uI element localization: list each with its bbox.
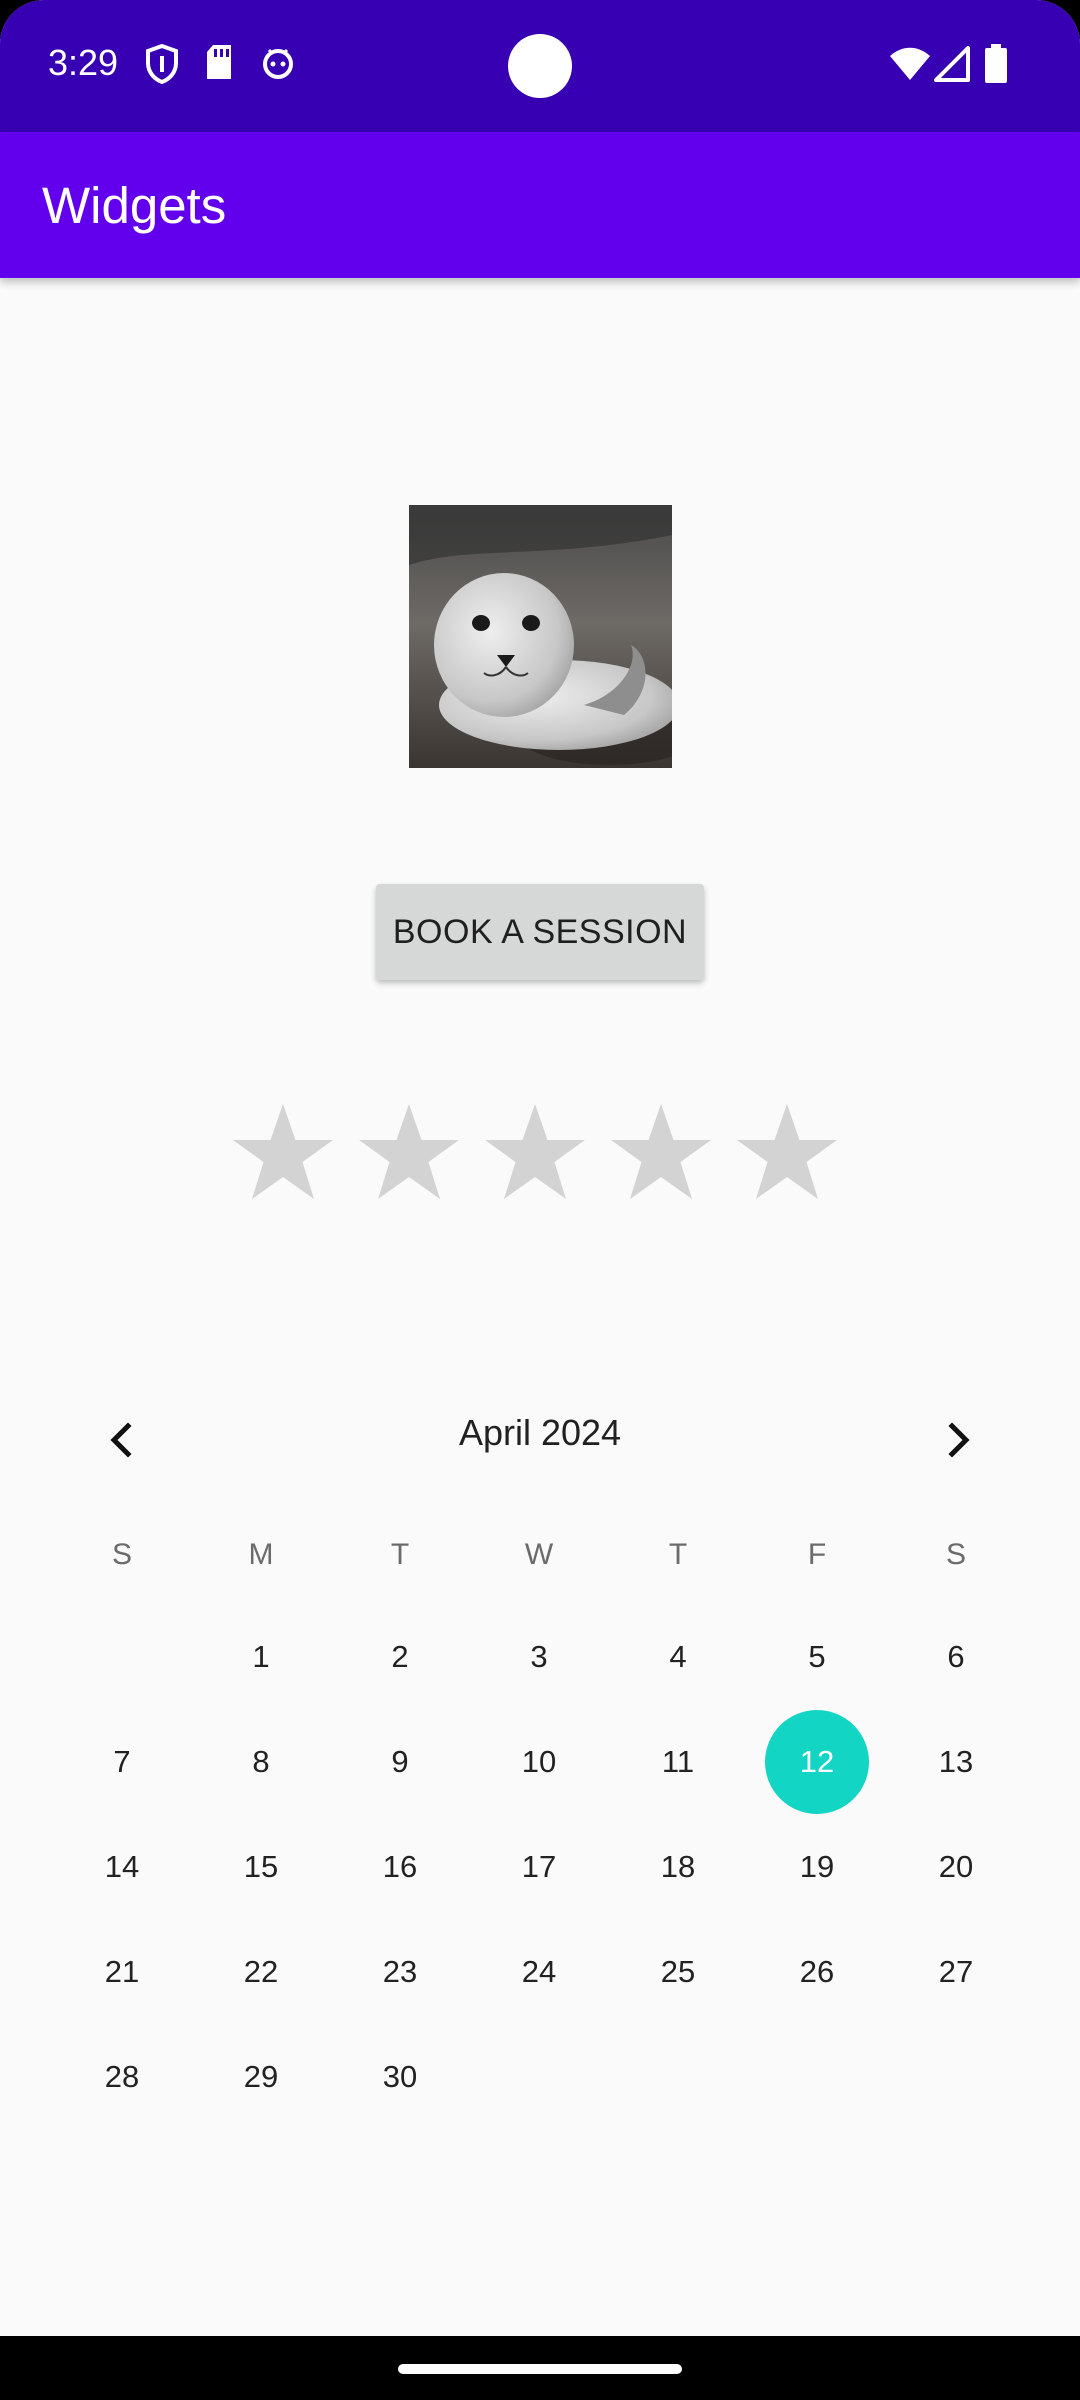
- calendar-day[interactable]: 1: [209, 1605, 313, 1709]
- calendar-day[interactable]: 8: [209, 1710, 313, 1814]
- calendar-day[interactable]: 20: [904, 1815, 1008, 1919]
- star-5-icon[interactable]: [732, 1100, 842, 1210]
- book-session-button[interactable]: BOOK A SESSION: [376, 884, 704, 980]
- calendar-day[interactable]: 22: [209, 1920, 313, 2024]
- star-3-icon[interactable]: [480, 1100, 590, 1210]
- camera-cutout: [508, 34, 572, 98]
- calendar-day[interactable]: 23: [348, 1920, 452, 2024]
- chevron-right-icon: [948, 1422, 970, 1458]
- star-1-icon[interactable]: [228, 1100, 338, 1210]
- weekday-label: T: [390, 1538, 410, 1571]
- app-screen: 3:29 Widgets BOOK A SESSION April 2024 S…: [0, 0, 1080, 2400]
- calendar-day[interactable]: 17: [487, 1815, 591, 1919]
- previous-month-button[interactable]: [82, 1400, 162, 1480]
- wifi-icon: [888, 46, 932, 87]
- calendar-day[interactable]: 4: [626, 1605, 730, 1709]
- app-title: Widgets: [42, 177, 227, 234]
- calendar-day[interactable]: 29: [209, 2025, 313, 2129]
- status-bar: 3:29: [0, 0, 1080, 132]
- seal-photo: [409, 505, 672, 768]
- calendar-day[interactable]: 26: [765, 1920, 869, 2024]
- calendar-day[interactable]: 11: [626, 1710, 730, 1814]
- weekday-label: S: [945, 1538, 966, 1571]
- calendar-day[interactable]: 30: [348, 2025, 452, 2129]
- weekday-label: M: [248, 1538, 274, 1571]
- home-gesture-handle[interactable]: [398, 2364, 682, 2374]
- star-rating[interactable]: [228, 1100, 852, 1210]
- calendar-day[interactable]: 28: [70, 2025, 174, 2129]
- calendar-day[interactable]: 3: [487, 1605, 591, 1709]
- star-4-icon[interactable]: [606, 1100, 716, 1210]
- calendar-day[interactable]: 25: [626, 1920, 730, 2024]
- calendar-day[interactable]: 21: [70, 1920, 174, 2024]
- calendar-day[interactable]: 7: [70, 1710, 174, 1814]
- next-month-button[interactable]: [918, 1400, 998, 1480]
- calendar-day[interactable]: 6: [904, 1605, 1008, 1709]
- android-debug-icon: [260, 44, 296, 85]
- calendar-day[interactable]: 24: [487, 1920, 591, 2024]
- weekday-label: F: [807, 1538, 827, 1571]
- battery-icon: [984, 44, 1008, 89]
- calendar-day[interactable]: 2: [348, 1605, 452, 1709]
- calendar-day[interactable]: 16: [348, 1815, 452, 1919]
- chevron-left-icon: [110, 1422, 132, 1458]
- star-2-icon[interactable]: [354, 1100, 464, 1210]
- calendar-day[interactable]: 10: [487, 1710, 591, 1814]
- calendar-day[interactable]: 5: [765, 1605, 869, 1709]
- selected-day[interactable]: 12: [765, 1710, 869, 1814]
- sd-card-icon: [204, 44, 234, 87]
- weekday-label: T: [668, 1538, 688, 1571]
- app-bar: Widgets: [0, 132, 1080, 278]
- cell-signal-icon: [934, 46, 970, 87]
- calendar-day[interactable]: 19: [765, 1815, 869, 1919]
- calendar-day[interactable]: 27: [904, 1920, 1008, 2024]
- shield-icon: [145, 43, 179, 89]
- status-time: 3:29: [48, 42, 119, 83]
- weekday-label: W: [524, 1538, 554, 1571]
- calendar-day[interactable]: 9: [348, 1710, 452, 1814]
- calendar-day[interactable]: 14: [70, 1815, 174, 1919]
- month-year-label: April 2024: [458, 1412, 622, 1453]
- calendar-day[interactable]: 13: [904, 1710, 1008, 1814]
- calendar-day[interactable]: 15: [209, 1815, 313, 1919]
- weekday-label: S: [111, 1538, 132, 1571]
- calendar-day[interactable]: 18: [626, 1815, 730, 1919]
